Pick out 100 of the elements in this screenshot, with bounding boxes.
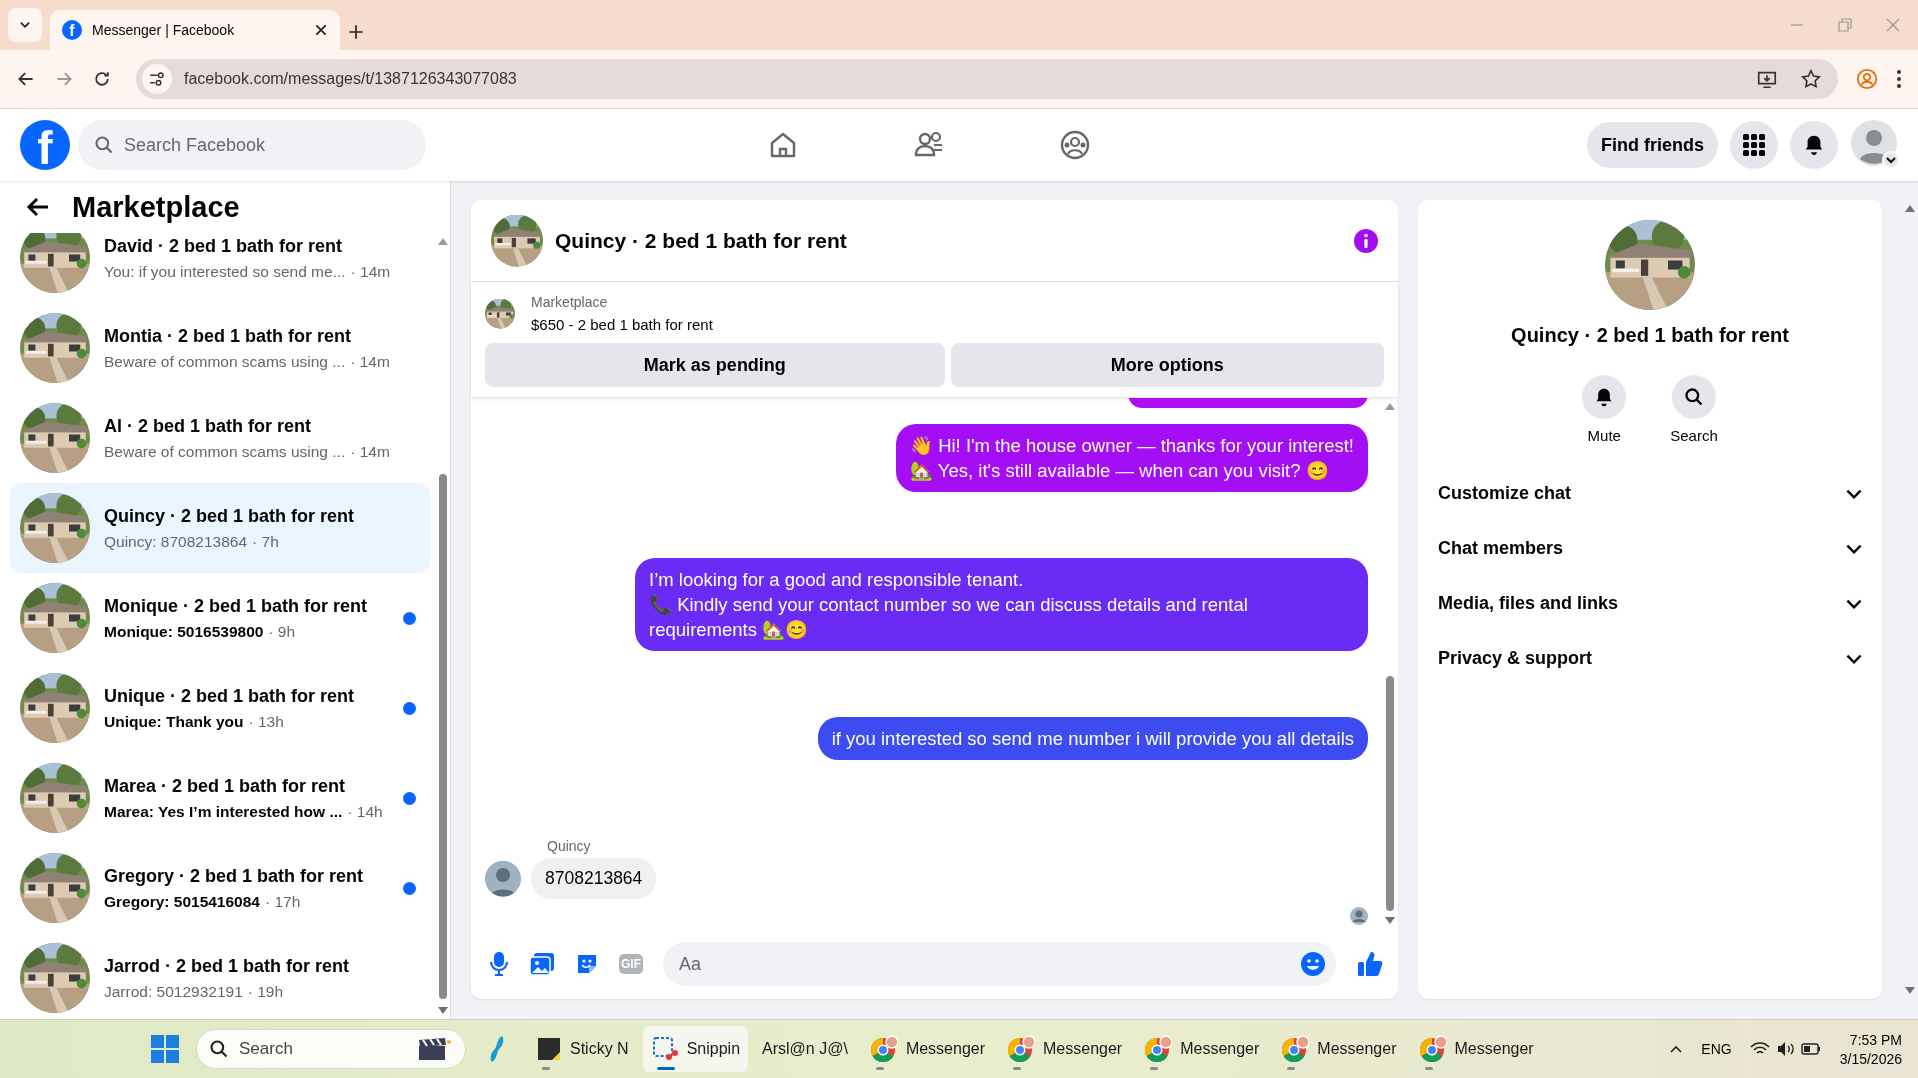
action-label: Mute [1587,427,1621,444]
message-preview: Quincy: 8708213864 [104,532,248,551]
new-tab-icon[interactable] [348,24,364,40]
timestamp: · 14m [350,262,391,281]
facebook-logo[interactable]: f [20,120,70,170]
taskbar-search[interactable]: Search [196,1029,466,1069]
thumbs-up-icon[interactable] [1356,950,1384,978]
bell-icon [1803,134,1825,156]
message-bubble: 8708213864 [531,858,657,899]
section-header[interactable]: Privacy & support [1438,631,1862,686]
conversation-item[interactable]: Gregory · 2 bed 1 bath for rent Gregory: 5015416084 · 17h [10,843,430,933]
conversation-item[interactable]: Jarrod · 2 bed 1 bath for rent Jarrod: 5012932191 · 19h [10,933,430,1019]
seen-avatar [1350,907,1368,925]
more-options-button[interactable]: More options [950,343,1384,387]
timestamp: · 14h [347,802,383,821]
start-icon[interactable] [150,1034,180,1064]
taskbar-app[interactable]: Messenger [861,1026,994,1072]
chrome-icon [1281,1035,1310,1063]
section-header[interactable]: Chat members [1438,521,1862,576]
timestamp: · 14m [350,352,390,371]
tab-list-button[interactable] [8,8,42,42]
message-preview: Monique: 5016539800 [104,622,264,641]
mark-pending-button[interactable]: Mark as pending [485,343,945,387]
timestamp: · 19h [247,982,284,1001]
listing-label: Marketplace [531,294,609,310]
close-icon[interactable] [314,23,328,37]
system-tray-icons[interactable] [1749,1040,1822,1058]
scissors-icon [650,1035,679,1063]
menu-icon[interactable] [1896,69,1902,89]
timestamp: · 17h [264,892,301,911]
conversation-item[interactable]: Quincy · 2 bed 1 bath for rent Quincy: 8708213864 · 7h [10,483,430,573]
message-bubble: 👋 Hi! I'm the house owner — thanks for your interest! 🏡 Yes, it's still available — when can you visit? 😊 [896,424,1368,492]
taskbar-app[interactable]: Messenger [1136,1026,1268,1072]
message-preview: Beware of common scams using ... [104,442,346,461]
grid-icon [1743,134,1765,156]
conversation-item[interactable]: Monique · 2 bed 1 bath for rent Monique: 5016539800 · 9h [10,573,430,663]
listing-summary: $650 - 2 bed 1 bath for rent [531,316,713,333]
search-placeholder: Search [239,1039,294,1059]
taskbar-app[interactable]: Messenger [1410,1026,1542,1072]
message-preview: You: if you interested so send me... [104,262,346,281]
emoji-icon[interactable] [1300,951,1326,977]
sticker-icon[interactable] [575,952,599,976]
chrome-icon [1418,1035,1447,1063]
scroll-up-icon[interactable] [438,237,448,245]
address-bar[interactable]: facebook.com/messages/t/1387126343077083 [136,59,1838,99]
language-indicator[interactable]: ENG [1701,1041,1732,1057]
search-box[interactable]: Search Facebook [78,120,426,170]
search-field[interactable]: Search Facebook [124,120,410,170]
search-icon [94,135,114,155]
scroll-down-icon[interactable] [438,1007,448,1015]
chat-title: Quincy · 2 bed 1 bath for rent [555,228,848,253]
message-preview: Gregory: 5015416084 [104,892,260,911]
taskbar-app[interactable]: Messenger [1273,1026,1405,1072]
taskbar-app[interactable]: Snippin [642,1026,749,1072]
menu-button[interactable] [1730,121,1778,169]
scrollbar-thumb[interactable] [1386,676,1394,911]
find-friends-button[interactable]: Find friends [1587,122,1718,168]
chevron-down-icon [1846,598,1862,609]
scroll-down-icon[interactable] [1385,917,1395,925]
taskbar-app[interactable]: Sticky N [528,1026,637,1072]
site-settings-icon[interactable] [148,70,166,88]
chrome-icon [1007,1035,1036,1063]
conversation-title: Unique · 2 bed 1 bath for rent [104,685,355,707]
section-header[interactable]: Media, files and links [1438,576,1862,631]
conversation-item[interactable]: Al · 2 bed 1 bath for rent Beware of common scams using ... · 14m [10,393,430,483]
star-icon[interactable] [1800,68,1822,90]
chevron-down-icon [1846,543,1862,554]
conversation-item[interactable]: Montia · 2 bed 1 bath for rent Beware of common scams using ... · 14m [10,303,430,393]
taskbar-app[interactable]: Messenger [999,1026,1131,1072]
clock-date[interactable]: 3/15/2026 [1839,1050,1902,1067]
conversation-item[interactable]: Marea · 2 bed 1 bath for rent Marea: Yes I’m interested how ... · 14h [10,753,430,843]
conversation-title: Montia · 2 bed 1 bath for rent [104,325,352,347]
chevron-down-icon [1846,488,1862,499]
reload-icon[interactable] [92,69,112,89]
microphone-icon[interactable] [489,951,509,977]
message-bubble: I’m looking for a good and responsible tenant. 📞 Kindly send your contact number so we can discuss details and rental requirements 🏡😊 [635,558,1368,651]
taskbar-app[interactable]: Arsl@n J@\ [754,1026,856,1072]
conversation-title: Monique · 2 bed 1 bath for rent [104,595,368,617]
contact-title: Quincy · 2 bed 1 bath for rent [1511,324,1789,347]
scroll-up-icon[interactable] [1385,402,1395,410]
mute-button[interactable] [1582,375,1627,419]
clock-time[interactable]: 7:53 PM [1849,1031,1902,1048]
scrollbar-thumb[interactable] [439,474,447,999]
profile-icon[interactable] [1856,68,1878,90]
browser-tab[interactable]: f Messenger | Facebook [50,10,340,50]
conversation-item[interactable]: Unique · 2 bed 1 bath for rent Unique: Thank you · 13h [10,663,430,753]
chevron-down-icon [1846,653,1862,664]
search-icon [1684,387,1704,407]
conversation-title: Marea · 2 bed 1 bath for rent [104,775,347,797]
back-icon[interactable] [26,195,50,219]
image-icon[interactable] [529,952,555,976]
chrome-icon [1144,1035,1173,1063]
info-icon[interactable] [1354,228,1378,253]
notifications-button[interactable] [1790,121,1838,169]
message-preview: Marea: Yes I’m interested how ... [104,802,343,821]
conversation-item[interactable]: David · 2 bed 1 bath for rent You: if you interested so send me... · 14m [10,233,430,303]
search-button[interactable] [1672,375,1716,419]
section-header[interactable]: Customize chat [1438,466,1862,521]
timestamp: · 7h [252,532,279,551]
groups-icon[interactable] [1058,128,1092,162]
